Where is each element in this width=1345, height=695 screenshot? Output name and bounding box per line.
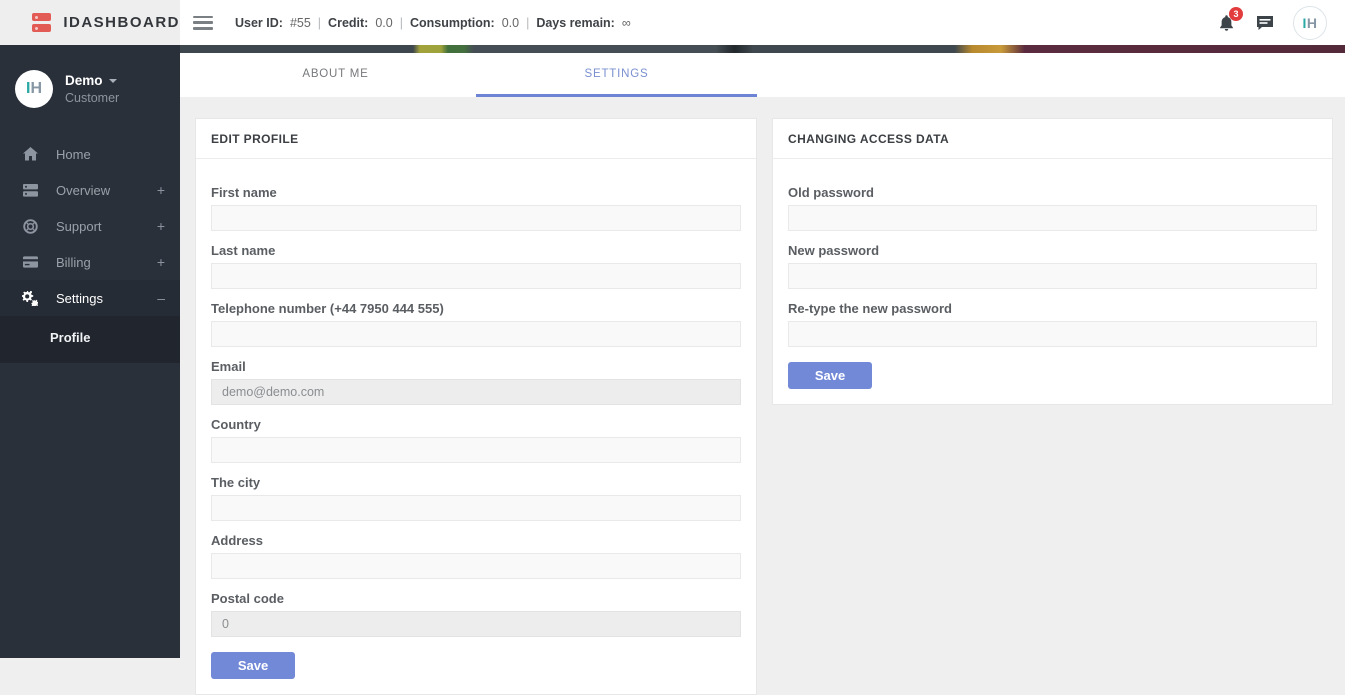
tab-settings[interactable]: SETTINGS (476, 53, 757, 97)
consumption-value: 0.0 (501, 15, 520, 30)
days-remain-value: ∞ (621, 15, 631, 30)
sidebar-item-label: Billing (56, 254, 91, 270)
retype-password-input[interactable] (788, 321, 1317, 347)
field-city: The city (211, 475, 741, 521)
credit-card-icon (22, 254, 38, 270)
country-input[interactable] (211, 437, 741, 463)
sidebar-item-label: Support (56, 218, 102, 234)
tab-about-me[interactable]: ABOUT ME (195, 53, 476, 97)
caret-down-icon (108, 78, 117, 83)
settings-submenu: Profile (0, 316, 180, 363)
field-label: Address (211, 533, 264, 548)
separator: | (526, 15, 530, 30)
menu-toggle-icon[interactable] (193, 15, 213, 30)
sidebar-item-overview[interactable]: Overview + (0, 172, 180, 208)
overview-icon (22, 182, 38, 198)
user-name: Demo (65, 73, 103, 88)
brand-name: IDASHBOARD (63, 14, 180, 31)
server-stack-icon (32, 13, 52, 32)
field-label: Telephone number (+44 7950 444 555) (211, 301, 444, 316)
notifications-badge: 3 (1229, 6, 1243, 21)
life-ring-icon (22, 218, 38, 234)
home-icon (22, 146, 38, 162)
field-label: New password (788, 243, 880, 258)
sidebar-item-label: Settings (56, 290, 103, 306)
messages-button[interactable] (1254, 12, 1276, 34)
sidebar-menu: Home Overview + Support + Billing + Sett… (0, 136, 180, 363)
field-country: Country (211, 417, 741, 463)
field-email: Email (211, 359, 741, 405)
field-label: First name (211, 185, 277, 200)
field-retype-password: Re-type the new password (788, 301, 1317, 347)
user-avatar[interactable]: IH (1293, 5, 1327, 40)
edit-profile-card: EDIT PROFILE First name Last name Teleph… (195, 118, 757, 695)
profile-tabs: ABOUT ME SETTINGS (180, 53, 1345, 97)
sidebar-item-label: Overview (56, 182, 111, 198)
expand-indicator: + (156, 254, 165, 270)
field-old-password: Old password (788, 185, 1317, 231)
password-save-button[interactable]: Save (788, 362, 872, 389)
sidebar: IH Demo Customer Home Overview + Support… (0, 45, 180, 658)
field-new-password: New password (788, 243, 1317, 289)
first-name-input[interactable] (211, 205, 741, 231)
field-label: Old password (788, 185, 874, 200)
access-data-title: CHANGING ACCESS DATA (773, 119, 1332, 159)
old-password-input[interactable] (788, 205, 1317, 231)
field-label: Re-type the new password (788, 301, 952, 316)
consumption-label: Consumption: (409, 15, 495, 30)
collapse-indicator: – (157, 290, 165, 306)
user-id-value: #55 (289, 15, 311, 30)
account-info-bar: User ID: #55 | Credit: 0.0 | Consumption… (235, 16, 631, 30)
new-password-input[interactable] (788, 263, 1317, 289)
field-label: Email (211, 359, 246, 374)
avatar-letter-h: H (30, 80, 42, 97)
edit-profile-title: EDIT PROFILE (196, 119, 756, 159)
separator: | (399, 15, 403, 30)
sidebar-avatar[interactable]: IH (15, 70, 53, 108)
credit-label: Credit: (328, 15, 369, 30)
field-telephone: Telephone number (+44 7950 444 555) (211, 301, 741, 347)
days-remain-label: Days remain: (536, 15, 615, 30)
postal-code-input[interactable] (211, 611, 741, 637)
field-postal-code: Postal code (211, 591, 741, 637)
user-id-label: User ID: (235, 15, 283, 30)
sidebar-item-support[interactable]: Support + (0, 208, 180, 244)
address-input[interactable] (211, 553, 741, 579)
user-name-dropdown[interactable]: Demo (65, 73, 119, 88)
city-input[interactable] (211, 495, 741, 521)
access-data-card: CHANGING ACCESS DATA Old password New pa… (772, 118, 1333, 405)
sidebar-user-panel: IH Demo Customer (0, 45, 180, 136)
field-address: Address (211, 533, 741, 579)
credit-value: 0.0 (375, 15, 393, 30)
user-role: Customer (65, 91, 120, 105)
sidebar-item-settings[interactable]: Settings – (0, 280, 180, 316)
separator: | (317, 15, 322, 30)
sidebar-item-billing[interactable]: Billing + (0, 244, 180, 280)
chat-icon (1257, 15, 1273, 30)
avatar-letter-h: H (1306, 14, 1318, 31)
brand-logo[interactable]: IDASHBOARD (0, 0, 180, 45)
field-label: Last name (211, 243, 276, 258)
sidebar-item-home[interactable]: Home (0, 136, 180, 172)
email-input[interactable] (211, 379, 741, 405)
expand-indicator: + (156, 182, 165, 198)
main-content: ABOUT ME SETTINGS EDIT PROFILE First nam… (180, 45, 1345, 695)
telephone-input[interactable] (211, 321, 741, 347)
cover-image-strip (180, 45, 1345, 53)
field-first-name: First name (211, 185, 741, 231)
last-name-input[interactable] (211, 263, 741, 289)
sidebar-subitem-profile[interactable]: Profile (0, 322, 180, 353)
top-navigation: IDASHBOARD User ID: #55 | Credit: 0.0 | … (0, 0, 1345, 45)
field-label: The city (211, 475, 261, 490)
field-label: Country (211, 417, 261, 432)
notifications-button[interactable]: 3 (1215, 6, 1243, 34)
sidebar-item-label: Home (56, 146, 91, 162)
expand-indicator: + (156, 218, 165, 234)
field-last-name: Last name (211, 243, 741, 289)
profile-save-button[interactable]: Save (211, 652, 295, 679)
field-label: Postal code (211, 591, 284, 606)
gears-icon (22, 290, 38, 306)
